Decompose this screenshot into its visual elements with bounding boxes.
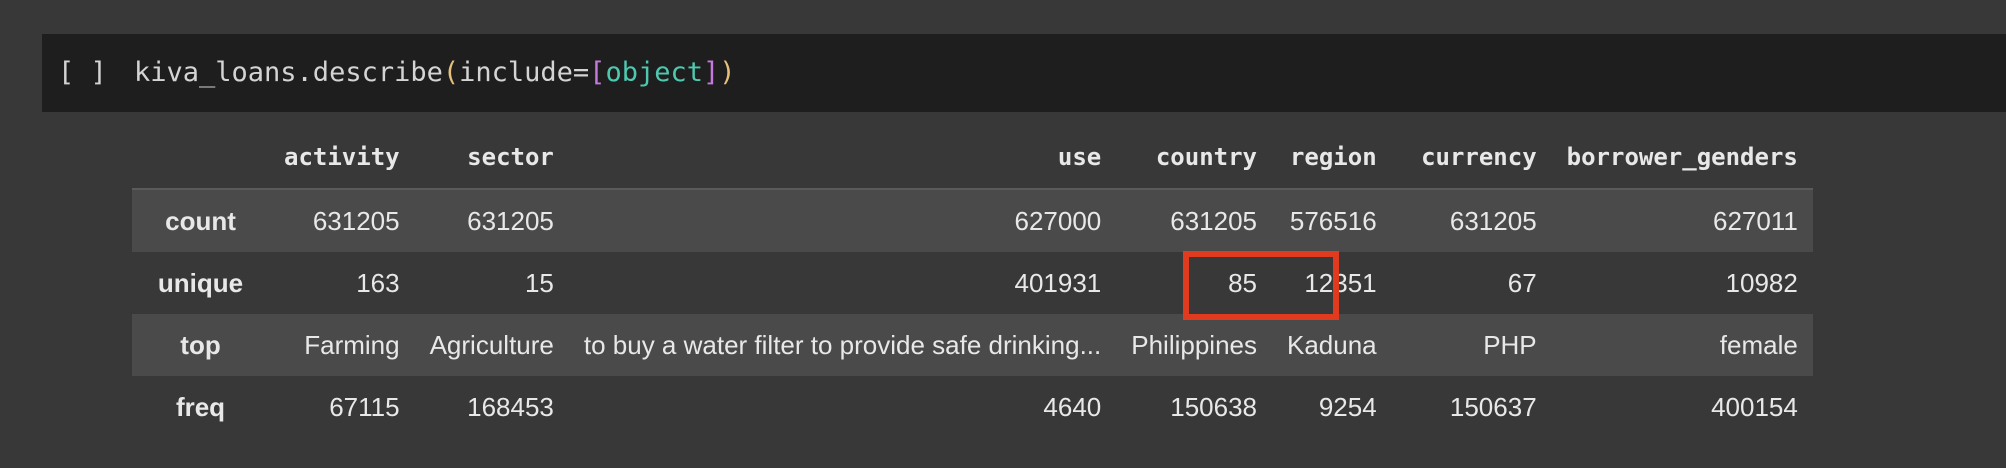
highlight-annotation-box bbox=[1183, 251, 1339, 320]
table-row: count 631205 631205 627000 631205 576516… bbox=[132, 189, 1813, 252]
column-header-currency: currency bbox=[1391, 126, 1552, 190]
column-header-activity: activity bbox=[269, 126, 415, 190]
code-object: kiva_loans.describe bbox=[134, 57, 443, 88]
table-cell: 627011 bbox=[1713, 205, 1798, 236]
table-header-row: activity sector use country region curre… bbox=[132, 126, 1813, 190]
column-header-region: region bbox=[1272, 126, 1392, 190]
table-cell: 576516 bbox=[1289, 205, 1377, 236]
table-cell: 401931 bbox=[1014, 267, 1102, 298]
table-cell: 150637 bbox=[1449, 391, 1537, 422]
dataframe-table: activity sector use country region curre… bbox=[132, 126, 1813, 438]
table-cell: 627000 bbox=[1014, 205, 1102, 236]
row-label: top bbox=[180, 329, 221, 360]
table-cell: 150638 bbox=[1170, 391, 1257, 422]
table-cell: 631205 bbox=[1449, 205, 1537, 236]
table-cell: 10982 bbox=[1725, 267, 1798, 298]
table-cell: 631205 bbox=[1170, 205, 1257, 236]
code-arg: object bbox=[605, 57, 703, 88]
table-row: unique 163 15 401931 85 12351 67 10982 bbox=[132, 252, 1813, 314]
table-cell: 15 bbox=[524, 267, 554, 298]
table-cell: female bbox=[1719, 329, 1798, 360]
table-cell: 67115 bbox=[329, 391, 400, 422]
column-header-sector: sector bbox=[414, 126, 569, 190]
table-cell: 4640 bbox=[1043, 391, 1102, 422]
table-row: freq 67115 168453 4640 150638 9254 15063… bbox=[132, 376, 1813, 438]
table-cell: Agriculture bbox=[429, 329, 554, 360]
code-close-paren: ) bbox=[719, 57, 736, 88]
code-cell[interactable]: [ ] kiva_loans.describe(include=[object]… bbox=[42, 34, 2006, 112]
code-editor[interactable]: kiva_loans.describe(include=[object]) bbox=[134, 54, 736, 92]
table-cell: 631205 bbox=[312, 205, 400, 236]
table-cell: 9254 bbox=[1318, 391, 1377, 422]
column-header-country: country bbox=[1116, 126, 1272, 190]
row-label: freq bbox=[175, 391, 226, 422]
code-open-bracket: [ bbox=[589, 57, 606, 88]
table-cell: 168453 bbox=[467, 391, 554, 422]
row-label: count bbox=[165, 205, 236, 236]
code-open-paren: ( bbox=[442, 57, 460, 88]
table-cell: Kaduna bbox=[1287, 329, 1377, 360]
column-header-borrower-genders: borrower_genders bbox=[1551, 126, 1813, 190]
table-cell: Farming bbox=[304, 329, 400, 360]
code-close-bracket: ] bbox=[702, 57, 720, 88]
run-cell-indicator[interactable]: [ ] bbox=[58, 54, 107, 92]
table-cell: 67 bbox=[1507, 267, 1537, 298]
column-header-use: use bbox=[568, 126, 1117, 190]
cell-output: activity sector use country region curre… bbox=[132, 126, 1813, 438]
table-cell: 631205 bbox=[467, 205, 554, 236]
table-cell: 400154 bbox=[1711, 391, 1798, 422]
table-cell: PHP bbox=[1483, 329, 1537, 360]
table-cell: 163 bbox=[356, 267, 400, 298]
row-label: unique bbox=[157, 267, 244, 298]
table-row: top Farming Agriculture to buy a water f… bbox=[132, 314, 1813, 376]
code-kwarg: include= bbox=[459, 57, 590, 88]
table-cell: Philippines bbox=[1131, 329, 1257, 360]
column-header-index bbox=[132, 126, 269, 190]
table-cell: to buy a water filter to provide safe dr… bbox=[583, 329, 1102, 360]
